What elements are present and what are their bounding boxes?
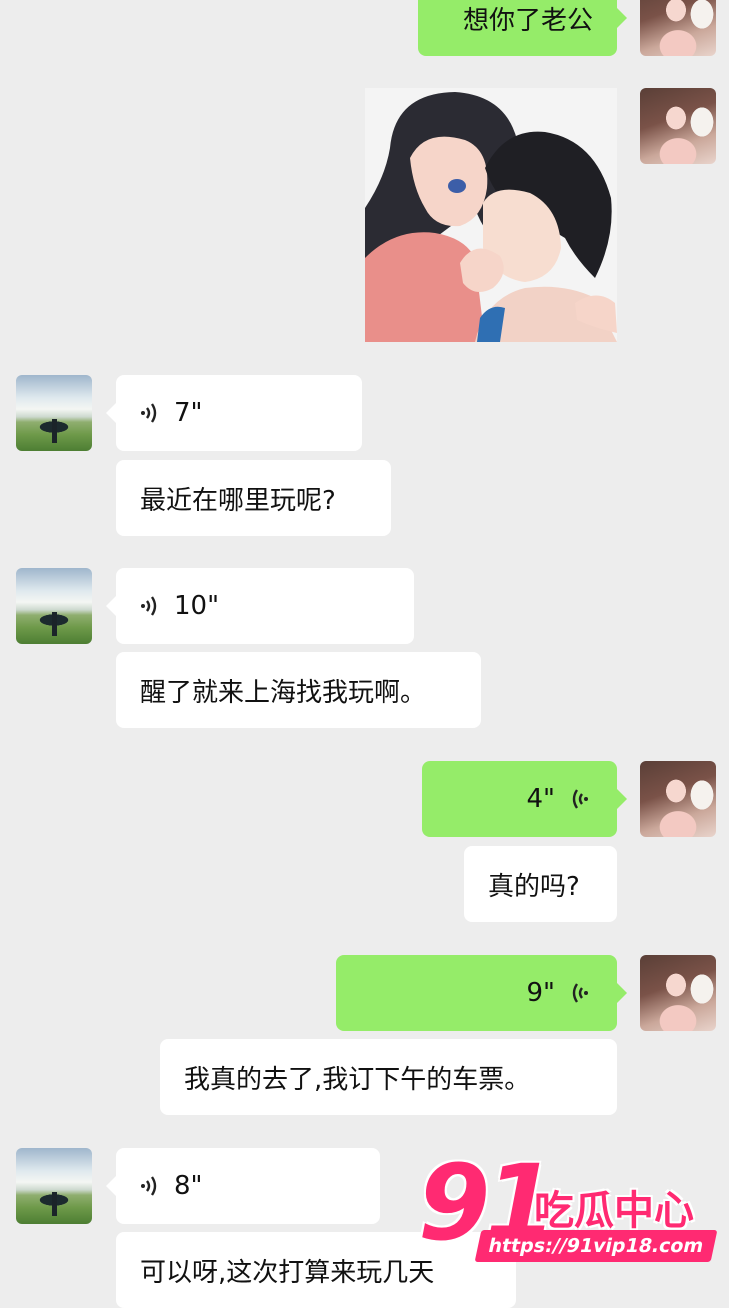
voice-duration: 4" <box>526 784 555 814</box>
watermark-brand: 吃瓜中心 <box>534 1188 694 1234</box>
avatar-contact[interactable] <box>16 1148 92 1224</box>
message-text: 我真的去了,我订下午的车票。 <box>184 1064 531 1095</box>
avatar-self[interactable] <box>640 761 716 837</box>
message-text: 真的吗? <box>488 871 580 902</box>
voice-duration: 7" <box>174 398 203 428</box>
sticker-illustration <box>365 88 617 342</box>
avatar-contact[interactable] <box>16 375 92 451</box>
voice-wave-icon <box>141 596 157 616</box>
voice-message-incoming[interactable]: 10" <box>106 568 414 644</box>
voice-message-outgoing[interactable]: 4" <box>422 761 627 837</box>
message-bubble-incoming[interactable]: 最近在哪里玩呢? <box>116 460 391 536</box>
message-bubble[interactable]: 我真的去了,我订下午的车票。 <box>160 1039 617 1115</box>
message-text: 可以呀,这次打算来玩几天 <box>140 1258 435 1288</box>
voice-message-incoming[interactable]: 7" <box>106 375 362 451</box>
voice-wave-icon <box>572 789 588 809</box>
voice-duration: 10" <box>174 591 220 621</box>
message-bubble-outgoing[interactable]: 想你了老公 <box>418 0 627 56</box>
watermark-url: https://91vip18.com <box>474 1230 718 1262</box>
voice-wave-icon <box>141 1176 157 1196</box>
watermark-logo: 91 吃瓜中心 https://91vip18.com <box>418 1142 718 1272</box>
voice-duration: 9" <box>526 978 555 1008</box>
message-text: 最近在哪里玩呢? <box>140 485 336 516</box>
voice-message-outgoing[interactable]: 9" <box>336 955 627 1031</box>
message-bubble[interactable]: 真的吗? <box>464 846 617 922</box>
message-text: 想你了老公 <box>462 5 593 36</box>
avatar-contact[interactable] <box>16 568 92 644</box>
avatar-self[interactable] <box>640 0 716 56</box>
sticker-image[interactable] <box>365 88 617 342</box>
voice-message-incoming[interactable]: 8" <box>106 1148 380 1224</box>
voice-wave-icon <box>141 403 157 423</box>
voice-duration: 8" <box>174 1171 203 1201</box>
avatar-self[interactable] <box>640 88 716 164</box>
message-text: 醒了就来上海找我玩啊。 <box>140 677 427 708</box>
avatar-self[interactable] <box>640 955 716 1031</box>
voice-wave-icon <box>572 983 588 1003</box>
message-bubble-incoming[interactable]: 醒了就来上海找我玩啊。 <box>116 652 481 728</box>
